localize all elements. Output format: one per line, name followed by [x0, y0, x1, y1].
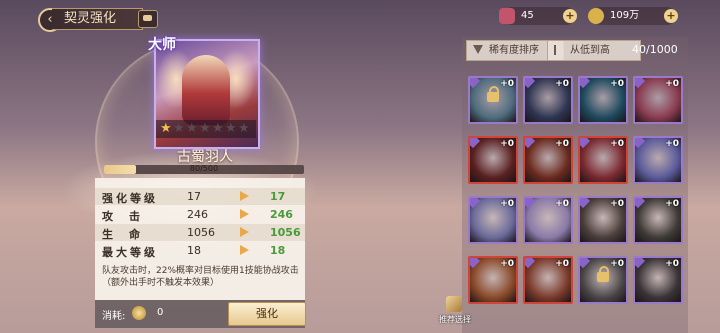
recommend-icon: [446, 296, 462, 312]
stat-label: 攻击: [102, 210, 156, 223]
star-icon: ★: [225, 121, 237, 136]
enhance-button[interactable]: 强化: [228, 302, 306, 326]
add-ticket-button[interactable]: +: [563, 9, 577, 23]
cost-amount: 0: [157, 307, 164, 318]
star-icon: ★: [212, 121, 224, 136]
arrow-right-icon: [240, 191, 249, 201]
page-title: 契灵强化: [52, 8, 143, 30]
stat-current: 246: [187, 208, 208, 221]
sort-order-icon: [554, 45, 562, 55]
gold-coin-icon: [132, 306, 146, 320]
spirit-card[interactable]: +0: [633, 136, 683, 184]
lock-icon: [487, 86, 499, 102]
star-icon: ★: [238, 121, 250, 136]
spirit-card[interactable]: +0: [468, 196, 518, 244]
lock-icon: [597, 266, 609, 282]
spirit-card[interactable]: +0: [578, 136, 628, 184]
spirit-level: +0: [500, 79, 514, 89]
spirit-level: +0: [610, 79, 624, 89]
stat-current: 1056: [187, 226, 215, 239]
exp-bar: 80/500: [104, 164, 304, 174]
resource-gold: 109万 +: [588, 7, 678, 25]
spirit-level: +0: [555, 79, 569, 89]
resource-ticket: 45 +: [499, 7, 577, 25]
stat-current: 17: [187, 190, 201, 203]
arrow-right-icon: [240, 209, 249, 219]
spirit-level: +0: [610, 199, 624, 209]
spirit-card[interactable]: +0: [468, 256, 518, 304]
spirit-level: +0: [610, 139, 624, 149]
spirit-card[interactable]: +0: [633, 196, 683, 244]
star-icon: ★: [160, 121, 172, 136]
spirit-level: +0: [555, 139, 569, 149]
rank-badge: 大师: [148, 37, 176, 53]
sort-order-label: 从低到高: [570, 45, 610, 56]
cost-label: 消耗:: [102, 311, 126, 322]
inventory-count: 40/1000: [632, 43, 678, 56]
star-icon: ★: [199, 121, 211, 136]
stat-next: 18: [270, 244, 286, 257]
spirit-card[interactable]: +0: [523, 136, 573, 184]
stat-label: 最大等级: [102, 246, 158, 259]
spirit-level: +0: [555, 259, 569, 269]
stat-row-hp: 生命 1056 1056: [95, 224, 305, 241]
top-bar: ‹ 契灵强化 45 + 109万 +: [0, 0, 720, 34]
spirit-card[interactable]: +0: [633, 76, 683, 124]
recommend-label: 推荐选择: [439, 315, 471, 324]
stat-next: 1056: [270, 226, 301, 239]
spirit-card[interactable]: +0: [578, 76, 628, 124]
star-rating: ★ ★ ★ ★ ★ ★ ★: [156, 120, 256, 138]
spirit-card[interactable]: +0: [523, 76, 573, 124]
gold-coin-icon: [588, 8, 604, 24]
gold-count: 109万: [610, 10, 640, 21]
star-icon: ★: [186, 121, 198, 136]
hero-figure: [182, 55, 230, 125]
sort-icon: [473, 45, 483, 54]
spirit-level: +0: [665, 199, 679, 209]
stat-label: 生命: [102, 228, 156, 241]
stat-current: 18: [187, 244, 201, 257]
spirit-card[interactable]: +0: [468, 136, 518, 184]
spirit-level: +0: [500, 259, 514, 269]
star-icon: ★: [173, 121, 185, 136]
spirit-card[interactable]: +0: [468, 76, 518, 124]
stat-label: 强化等级: [102, 192, 158, 205]
hero-name: 古蜀羽人: [177, 149, 233, 165]
spirit-level: +0: [665, 139, 679, 149]
spirit-level: +0: [610, 259, 624, 269]
spirit-card[interactable]: +0: [578, 256, 628, 304]
arrow-right-icon: [240, 245, 249, 255]
spirit-level: +0: [665, 259, 679, 269]
stat-next: 246: [270, 208, 293, 221]
spirit-level: +0: [665, 79, 679, 89]
stat-row-attack: 攻击 246 246: [95, 206, 305, 223]
spirit-level: +0: [500, 139, 514, 149]
spirit-card[interactable]: +0: [523, 196, 573, 244]
stat-row-max-level: 最大等级 18 18: [95, 242, 305, 259]
recommend-select-button[interactable]: 推荐选择: [438, 296, 471, 330]
sort-order-button[interactable]: 从低到高: [547, 40, 641, 61]
chat-icon[interactable]: [138, 10, 158, 28]
stat-next: 17: [270, 190, 286, 203]
exp-text: 80/500: [189, 164, 219, 173]
skill-description: 队友攻击时，22%概率对目标使用1技能协战攻击（额外出手时不触发本效果）: [102, 266, 299, 288]
arrow-right-icon: [240, 227, 249, 237]
add-gold-button[interactable]: +: [664, 9, 678, 23]
spirit-level: +0: [555, 199, 569, 209]
spirit-card[interactable]: +0: [578, 196, 628, 244]
stat-row-enhance-level: 强化等级 17 17: [95, 188, 305, 205]
ticket-count: 45: [521, 10, 534, 21]
spirit-level: +0: [500, 199, 514, 209]
spirit-card[interactable]: +0: [523, 256, 573, 304]
ticket-icon: [499, 8, 515, 24]
spirit-card[interactable]: +0: [633, 256, 683, 304]
sort-rarity-label: 稀有度排序: [489, 45, 539, 56]
